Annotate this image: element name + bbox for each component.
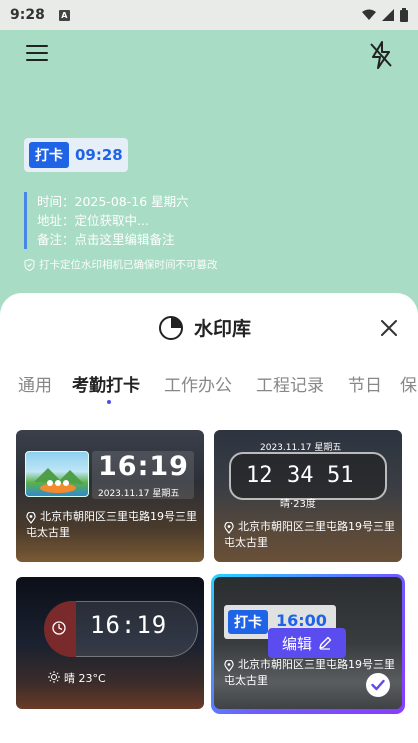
tab-holiday[interactable]: 节日 (348, 371, 382, 396)
watermark-info: 时间：2025-08-16 星期六 地址：定位获取中... 备注：点击这里编辑备… (24, 192, 284, 249)
clock-icon (52, 621, 66, 635)
pencil-icon (319, 636, 332, 650)
rafting-illustration (25, 451, 89, 497)
tab-more[interactable]: 保 (400, 371, 417, 396)
card-weather: 晴·23度 (280, 499, 316, 510)
clock-hours: 12 (246, 463, 273, 488)
shield-icon (24, 258, 35, 271)
punch-tag: 打卡 (228, 610, 268, 634)
sim-indicator-icon: A (58, 9, 70, 21)
clock-minutes: 34 (287, 463, 314, 488)
hint-text: 打卡定位水印相机已确保时间不可篡改 (39, 259, 218, 271)
punch-time: 09:28 (75, 146, 123, 164)
card-weather: 晴 23°C (64, 672, 106, 685)
category-tabs: 通用 考勤打卡 工作办公 工程记录 节日 保 (0, 367, 418, 407)
sheet-title: 水印库 (158, 314, 251, 341)
watermark-card-1[interactable]: 16:19 2023.11.17 星期五 北京市朝阳区三里屯路19号三里屯太古里 (16, 430, 204, 562)
wifi-icon (362, 9, 376, 20)
tab-general[interactable]: 通用 (18, 371, 52, 396)
status-bar: 9:28 A (0, 0, 418, 30)
punch-tag: 打卡 (29, 142, 69, 168)
active-tab-indicator (107, 400, 111, 404)
flash-off-icon (370, 41, 392, 69)
top-bar (0, 30, 418, 80)
tab-office[interactable]: 工作办公 (164, 371, 232, 396)
card-address: 北京市朝阳区三里屯路19号三里屯太古里 (26, 510, 197, 539)
card-date: 2023.11.17 星期五 (98, 489, 180, 499)
selected-check-badge (366, 673, 390, 697)
card-time: 16:19 (98, 451, 189, 482)
close-icon (381, 320, 397, 336)
flash-toggle-button[interactable] (368, 40, 394, 70)
sheet-title-text: 水印库 (194, 318, 252, 340)
close-button[interactable] (378, 317, 400, 339)
punch-chip: 打卡 09:28 (24, 138, 128, 172)
status-time: 9:28 (10, 7, 45, 23)
signal-icon (382, 9, 394, 21)
info-address: 地址：定位获取中... (37, 213, 149, 228)
watermark-library-sheet: 水印库 通用 考勤打卡 工作办公 工程记录 节日 保 16:19 2023.11… (0, 293, 418, 743)
menu-button[interactable] (26, 45, 48, 65)
anti-tamper-hint: 打卡定位水印相机已确保时间不可篡改 (24, 257, 284, 272)
card-time: 16:19 (90, 611, 168, 639)
tab-attendance[interactable]: 考勤打卡 (72, 371, 140, 396)
info-time: 时间：2025-08-16 星期六 (37, 194, 189, 209)
edit-label: 编辑 (281, 634, 312, 653)
watermark-card-3[interactable]: 16:19 晴 23°C (16, 577, 204, 709)
pie-chart-icon (159, 315, 183, 340)
tab-engineering[interactable]: 工程记录 (256, 371, 324, 396)
hamburger-icon (26, 45, 48, 61)
checkmark-icon (371, 679, 385, 691)
sun-icon (48, 671, 60, 683)
sheet-header: 水印库 (0, 293, 418, 361)
clock-seconds: 51 (327, 463, 354, 488)
info-note[interactable]: 备注：点击这里编辑备注 (37, 230, 284, 249)
battery-icon (400, 8, 408, 22)
edit-watermark-button[interactable]: 编辑 (268, 628, 346, 658)
card-address: 北京市朝阳区三里屯路19号三里屯太古里 (224, 520, 395, 549)
watermark-card-2[interactable]: 2023.11.17 星期五 12 34 51 晴·23度 北京市朝阳区三里屯路… (214, 430, 402, 562)
watermark-preview[interactable]: 打卡 09:28 时间：2025-08-16 星期六 地址：定位获取中... 备… (24, 138, 284, 272)
